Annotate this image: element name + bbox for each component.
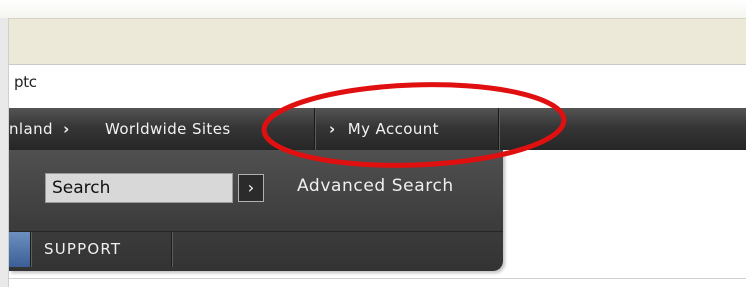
nav-item-worldwide-sites[interactable]: Worldwide Sites [105,108,231,150]
window-left-edge [0,18,9,287]
advanced-search-link[interactable]: Advanced Search [297,176,454,196]
top-navigation-bar: nland › Worldwide Sites › My Account [9,108,746,150]
window-toolbar [0,18,746,65]
active-tab-edge [9,232,30,267]
search-input[interactable] [45,173,233,203]
chevron-right-icon: › [247,178,255,197]
page-header-strip [9,64,746,101]
nav-item-label: Worldwide Sites [105,120,231,138]
nav-divider [314,108,315,150]
chevron-right-icon: › [329,120,336,138]
nav-item-my-account[interactable]: › My Account [329,108,439,150]
top-shadow [0,0,746,18]
nav-item-label: My Account [347,120,439,138]
tab-support[interactable]: SUPPORT [44,240,121,258]
nav-item-nland[interactable]: nland › [9,108,75,150]
tab-divider [30,232,31,267]
bottom-border [9,278,746,279]
tab-divider [171,232,172,267]
page-title-text: ptc [14,73,37,91]
nav-divider [498,108,499,150]
nav-item-label: nland [9,120,53,138]
chevron-right-icon: › [63,120,70,138]
panel-divider [9,231,503,232]
search-go-button[interactable]: › [238,174,264,202]
